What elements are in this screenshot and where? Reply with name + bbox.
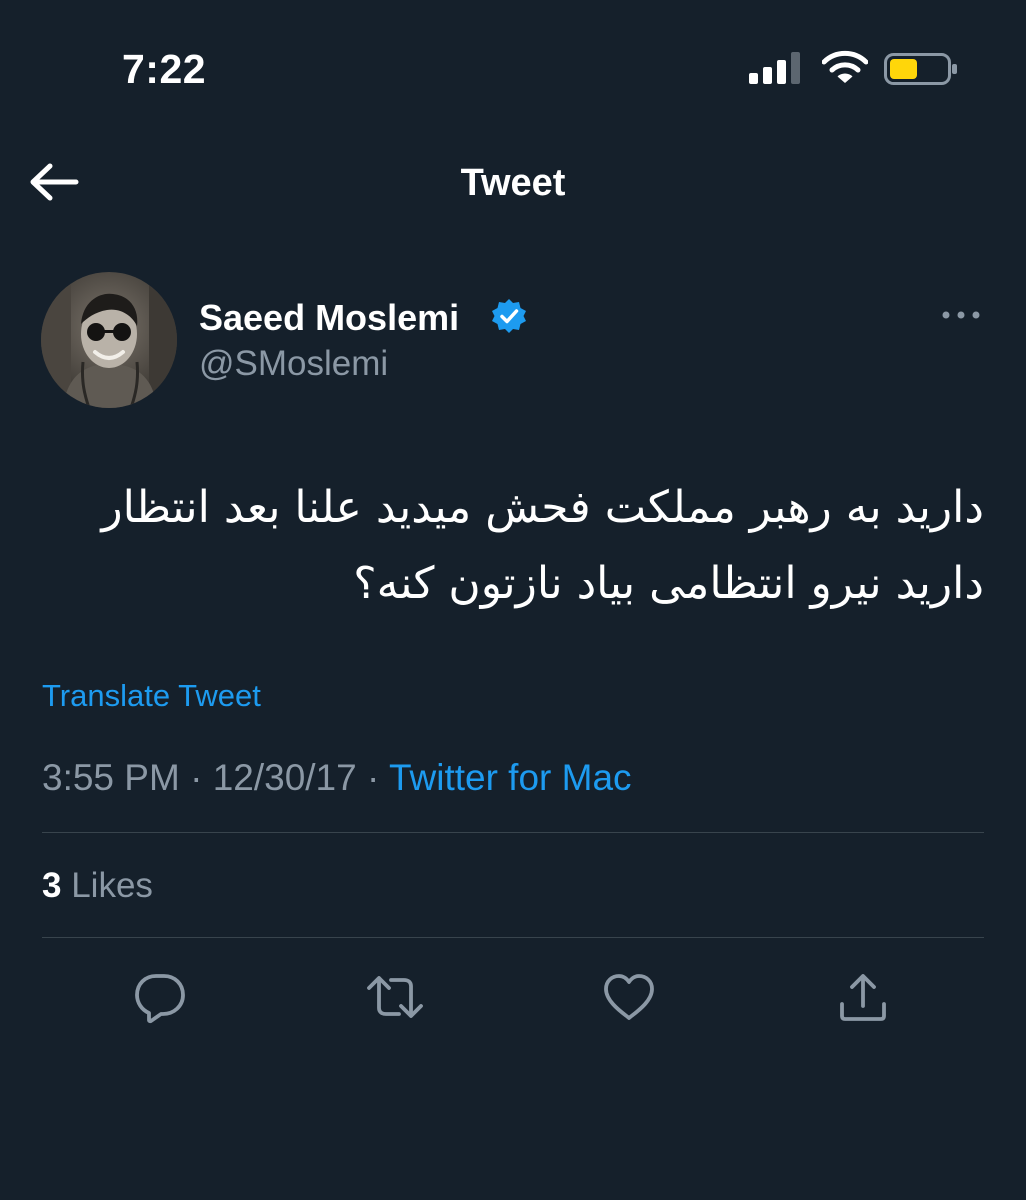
verified-badge-icon bbox=[492, 299, 526, 333]
tweet-date: 12/30/17 bbox=[212, 757, 357, 798]
reply-icon bbox=[135, 974, 185, 1024]
cellular-signal-icon bbox=[749, 52, 800, 84]
status-time: 7:22 bbox=[122, 46, 207, 92]
tweet-metadata: 3:55 PM · 12/30/17 · Twitter for Mac bbox=[42, 754, 632, 802]
retweet-button[interactable] bbox=[366, 968, 424, 1026]
translate-tweet-link[interactable]: Translate Tweet bbox=[42, 676, 261, 716]
share-button[interactable] bbox=[834, 968, 892, 1026]
avatar[interactable] bbox=[41, 272, 177, 408]
divider bbox=[42, 832, 984, 833]
page-title: Tweet bbox=[460, 162, 566, 204]
likes-count[interactable]: 3 Likes bbox=[42, 864, 153, 908]
tweet-time: 3:55 PM bbox=[42, 757, 180, 798]
likes-number: 3 bbox=[42, 866, 62, 905]
meta-separator: · bbox=[356, 757, 389, 798]
like-button[interactable] bbox=[600, 968, 658, 1026]
retweet-icon bbox=[367, 976, 423, 1018]
tweet-text: دارید به رهبر مملکت فحش میدید علنا بعد ا… bbox=[101, 482, 984, 609]
meta-separator: · bbox=[179, 757, 213, 798]
tweet-source-link[interactable]: Twitter for Mac bbox=[389, 757, 632, 798]
wifi-icon bbox=[822, 50, 868, 83]
reply-button[interactable] bbox=[131, 968, 189, 1026]
divider bbox=[42, 937, 984, 938]
share-icon bbox=[840, 974, 886, 1021]
likes-label: Likes bbox=[71, 866, 153, 905]
author-handle[interactable]: @SMoslemi bbox=[199, 342, 388, 386]
author-name[interactable]: Saeed Moslemi bbox=[199, 296, 459, 340]
more-options-icon[interactable] bbox=[940, 300, 982, 330]
battery-icon bbox=[884, 53, 957, 85]
like-icon bbox=[604, 974, 654, 1020]
